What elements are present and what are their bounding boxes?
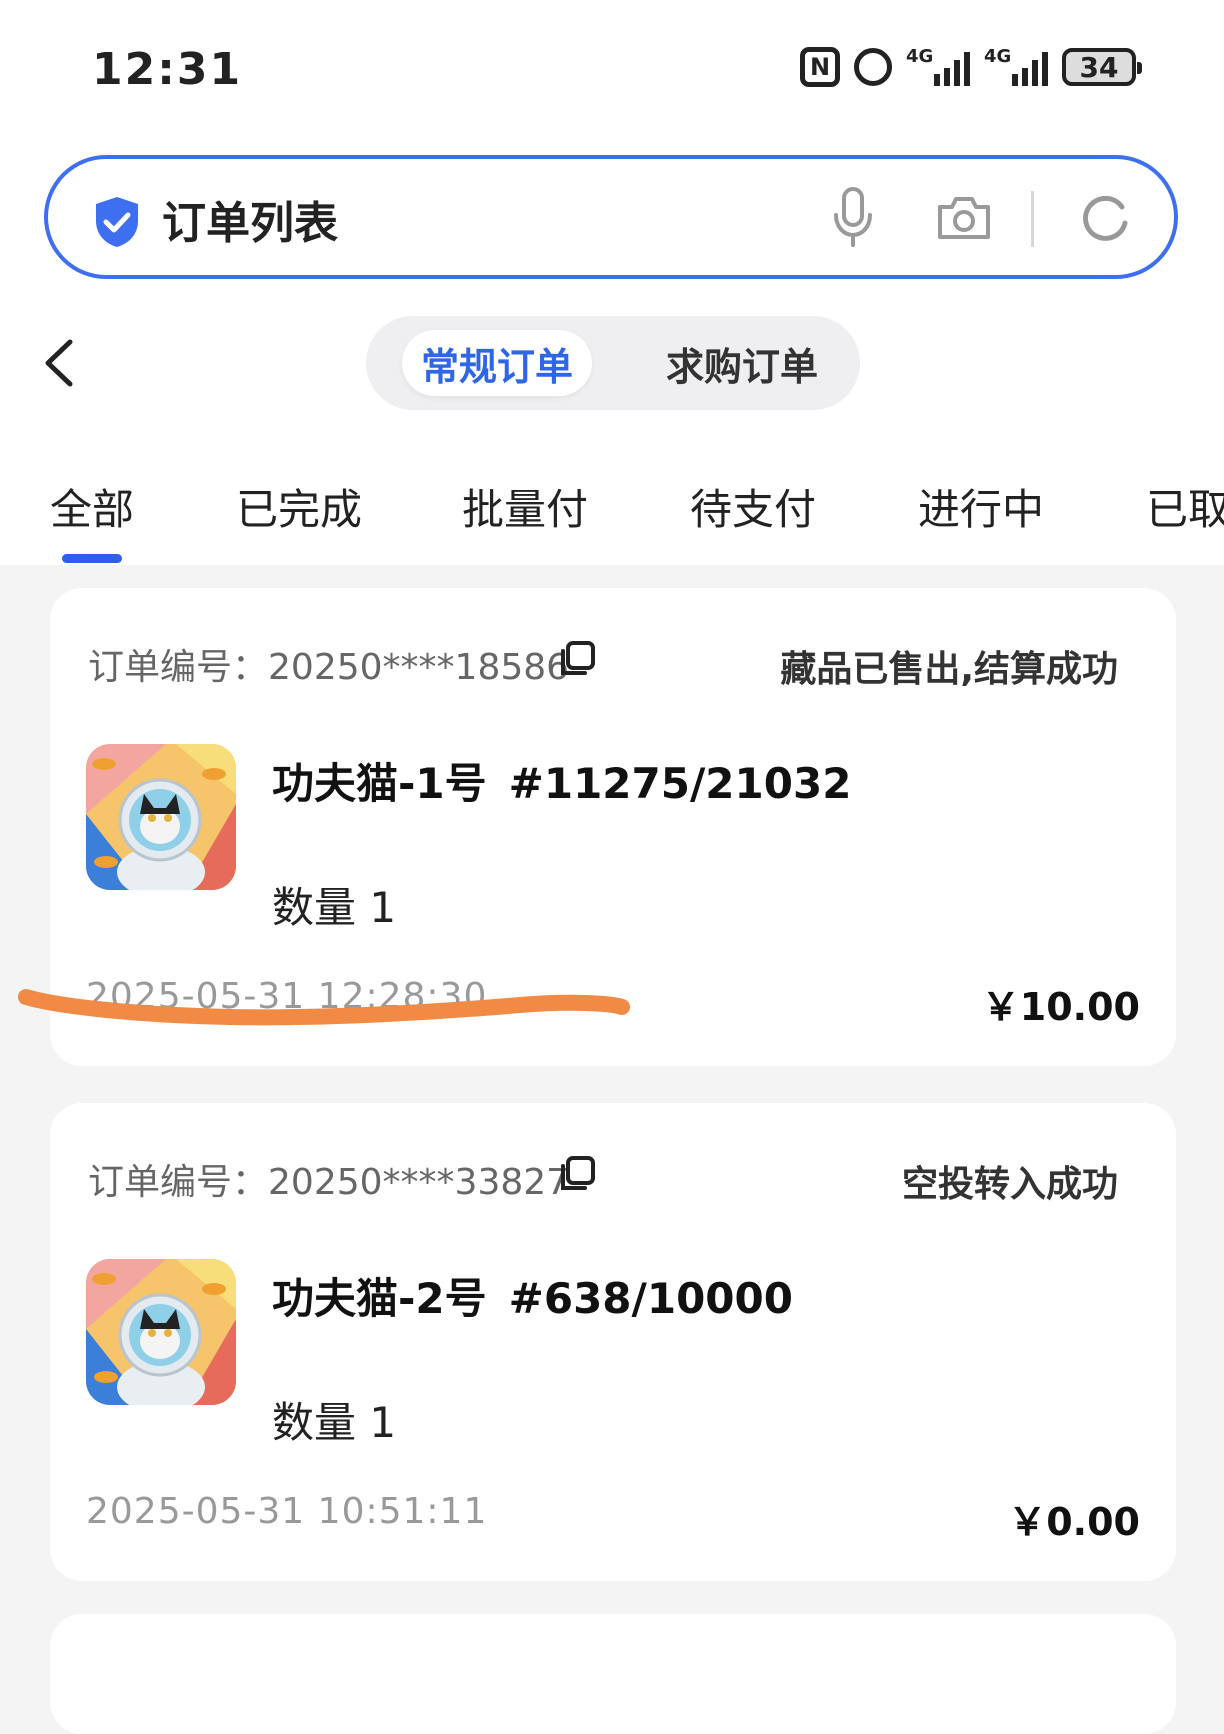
product-thumbnail: [86, 744, 236, 890]
signal-icon: 4G: [906, 46, 970, 88]
order-card[interactable]: 订单编号：20250****33827 空投转入成功 功夫猫-2号 #638/10…: [50, 1103, 1176, 1581]
item-quantity: 数量 1: [272, 1398, 397, 1447]
battery-icon: 34: [1062, 48, 1142, 86]
search-bar[interactable]: 订单列表: [44, 155, 1178, 279]
order-card-partial[interactable]: [50, 1614, 1176, 1734]
reload-icon[interactable]: [1078, 193, 1132, 247]
tab-in-progress[interactable]: 进行中: [918, 476, 1044, 537]
segment-purchase-orders[interactable]: 求购订单: [642, 330, 842, 396]
order-status: 空投转入成功: [901, 1164, 1118, 1205]
signal-icon: 4G: [984, 46, 1048, 88]
battery-level: 34: [1079, 50, 1119, 84]
order-status: 藏品已售出,结算成功: [780, 649, 1118, 690]
order-status-tabs: 全部 已完成 批量付 待支付 进行中 已取: [0, 470, 1224, 565]
tab-indicator: [62, 554, 122, 563]
status-time: 12:31: [92, 44, 243, 95]
item-quantity: 数量 1: [272, 883, 397, 932]
segment-regular-orders[interactable]: 常规订单: [402, 330, 592, 396]
product-thumbnail: [86, 1259, 236, 1405]
copy-icon[interactable]: [558, 640, 596, 678]
item-name: 功夫猫-2号 #638/10000: [272, 1274, 793, 1323]
order-number: 订单编号：20250****18586: [88, 647, 570, 688]
shield-check-icon: [96, 197, 138, 247]
camera-icon[interactable]: [934, 193, 994, 243]
tab-pending-payment[interactable]: 待支付: [690, 476, 816, 537]
order-datetime: 2025-05-31 10:51:11: [86, 1491, 488, 1532]
tab-all[interactable]: 全部: [50, 476, 134, 537]
status-icons: N 4G 4G 34: [800, 46, 1142, 88]
order-type-switch: 常规订单 求购订单: [366, 316, 860, 410]
copy-icon[interactable]: [558, 1155, 596, 1193]
signal-label: 4G: [984, 46, 1012, 67]
search-title: 订单列表: [162, 198, 338, 249]
item-name: 功夫猫-1号 #11275/21032: [272, 759, 852, 808]
nfc-icon: N: [800, 47, 840, 87]
order-price: ￥10.00: [981, 985, 1140, 1029]
item-serial: #638/10000: [508, 1274, 793, 1323]
tab-completed[interactable]: 已完成: [236, 476, 362, 537]
back-chevron-icon[interactable]: [40, 336, 80, 390]
order-number: 订单编号：20250****33827: [88, 1162, 570, 1203]
microphone-icon[interactable]: [828, 187, 878, 249]
alarm-icon: [854, 48, 892, 86]
search-divider: [1031, 191, 1034, 247]
tab-cancelled[interactable]: 已取: [1146, 476, 1224, 537]
highlight-scribble: [18, 989, 630, 1026]
item-serial: #11275/21032: [508, 759, 852, 808]
signal-label: 4G: [906, 46, 934, 67]
tab-batch-pay[interactable]: 批量付: [462, 476, 588, 537]
order-price: ￥0.00: [1008, 1500, 1140, 1544]
